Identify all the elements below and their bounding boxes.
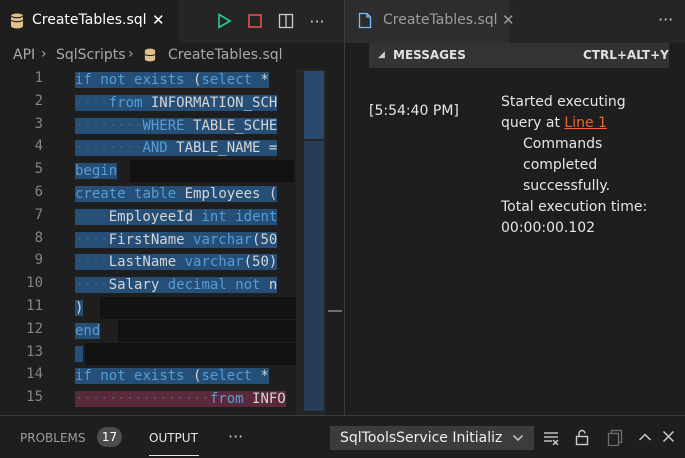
code-line: ····from INFORMATION_SCH	[75, 95, 278, 111]
message-detail-2: completed	[523, 157, 598, 173]
code-line: )	[75, 300, 84, 316]
editor-divider[interactable]	[344, 0, 345, 415]
close-tab-icon[interactable]: ✕	[152, 11, 165, 29]
file-icon	[358, 12, 372, 29]
message-detail-3: successfully.	[523, 178, 611, 194]
more-actions-button[interactable]: ···	[658, 10, 673, 29]
chevron-right-icon: ›	[128, 46, 134, 62]
tab-problems[interactable]: PROBLEMS	[20, 431, 86, 445]
lock-scroll-icon[interactable]	[575, 429, 589, 446]
clear-output-icon[interactable]	[543, 431, 559, 445]
tab-createtables-left[interactable]: CreateTables.sql ✕	[0, 0, 178, 43]
code-line: begin	[75, 163, 118, 179]
tab-createtables-right[interactable]: CreateTables.sql ✕	[345, 0, 515, 43]
code-editor[interactable]: 1 2 3 4 5 6 7 8 9 10 11 12 13 14 15 if not exists (sel…	[0, 69, 296, 415]
message-time: [5:54:40 PM]	[369, 103, 459, 119]
message-body: Started executing query at Line 1 Comman…	[501, 92, 671, 239]
code-line: if not exists (select *	[75, 368, 269, 384]
messages-label: MESSAGES	[393, 48, 466, 62]
inline-decoration	[130, 160, 294, 182]
vertical-scrollbar[interactable]	[326, 69, 344, 415]
close-panel-icon[interactable]	[662, 430, 675, 443]
close-tab-icon[interactable]: ✕	[502, 11, 515, 29]
tab-title: CreateTables.sql	[383, 12, 498, 28]
chevron-right-icon: ›	[41, 46, 47, 62]
code-line: ········WHERE TABLE_SCHE	[75, 118, 278, 134]
code-line: create table Employees (	[75, 186, 278, 202]
total-time-value: 00:00:00.102	[501, 220, 596, 236]
chevron-down-icon	[512, 434, 524, 442]
right-tab-bar: CreateTables.sql ✕ ···	[345, 0, 685, 43]
code-line	[75, 343, 84, 365]
output-channel-value: SqlToolsService Initializ	[340, 430, 503, 446]
tab-title: CreateTables.sql	[32, 12, 147, 28]
more-actions-button[interactable]: ···	[306, 10, 328, 32]
bottom-panel-bar: PROBLEMS 17 OUTPUT ··· SqlToolsService I…	[0, 415, 685, 458]
message-line-1: Started executing	[501, 94, 626, 110]
code-line: ····Salary decimal not n	[75, 277, 278, 293]
stop-query-button[interactable]	[244, 10, 266, 32]
inline-decoration	[85, 343, 296, 365]
messages-shortcut: CTRL+ALT+Y	[583, 48, 669, 62]
message-detail-1: Commands	[523, 136, 603, 152]
code-line: ········AND TABLE_NAME =	[75, 140, 278, 156]
message-line-2: query at Line 1	[501, 115, 607, 131]
split-editor-button[interactable]	[275, 10, 297, 32]
breadcrumb-file[interactable]: CreateTables.sql	[168, 47, 283, 63]
minimap[interactable]	[296, 69, 326, 415]
maximize-panel-icon[interactable]	[638, 432, 652, 442]
code-line: ····FirstName varchar(50	[75, 232, 278, 248]
code-line: end	[75, 323, 101, 339]
open-log-icon[interactable]	[607, 429, 623, 446]
breadcrumb-api[interactable]: API	[13, 47, 35, 63]
code-line: if not exists (select *	[75, 72, 269, 88]
collapse-triangle-icon: ◢	[378, 50, 385, 60]
code-line: ················from INFO	[75, 391, 286, 407]
breadcrumb-sqlscripts[interactable]: SqlScripts	[56, 47, 126, 63]
output-channel-select[interactable]: SqlToolsService Initializ	[330, 426, 534, 450]
inline-decoration	[100, 297, 296, 319]
messages-header[interactable]: ◢ MESSAGES CTRL+ALT+Y	[369, 43, 669, 68]
total-time-label: Total execution time:	[501, 199, 648, 215]
line-1-link[interactable]: Line 1	[564, 115, 607, 131]
database-file-icon	[10, 13, 24, 29]
tab-output[interactable]: OUTPUT	[149, 431, 198, 445]
code-line: ····LastName varchar(50)	[75, 254, 278, 270]
more-panel-actions-button[interactable]: ···	[228, 427, 243, 446]
left-tab-bar: CreateTables.sql ✕ ···	[0, 0, 344, 43]
problems-count-badge: 17	[97, 427, 122, 447]
active-tab-underline	[149, 455, 199, 456]
run-query-button[interactable]	[213, 10, 235, 32]
breadcrumb: API › SqlScripts › CreateTables.sql	[0, 43, 344, 69]
code-lines: if not exists (select * ····from INFORMAT…	[0, 69, 296, 415]
code-line: ····EmployeeId int ident	[75, 209, 278, 225]
database-file-icon	[144, 48, 156, 62]
inline-decoration	[118, 320, 296, 342]
